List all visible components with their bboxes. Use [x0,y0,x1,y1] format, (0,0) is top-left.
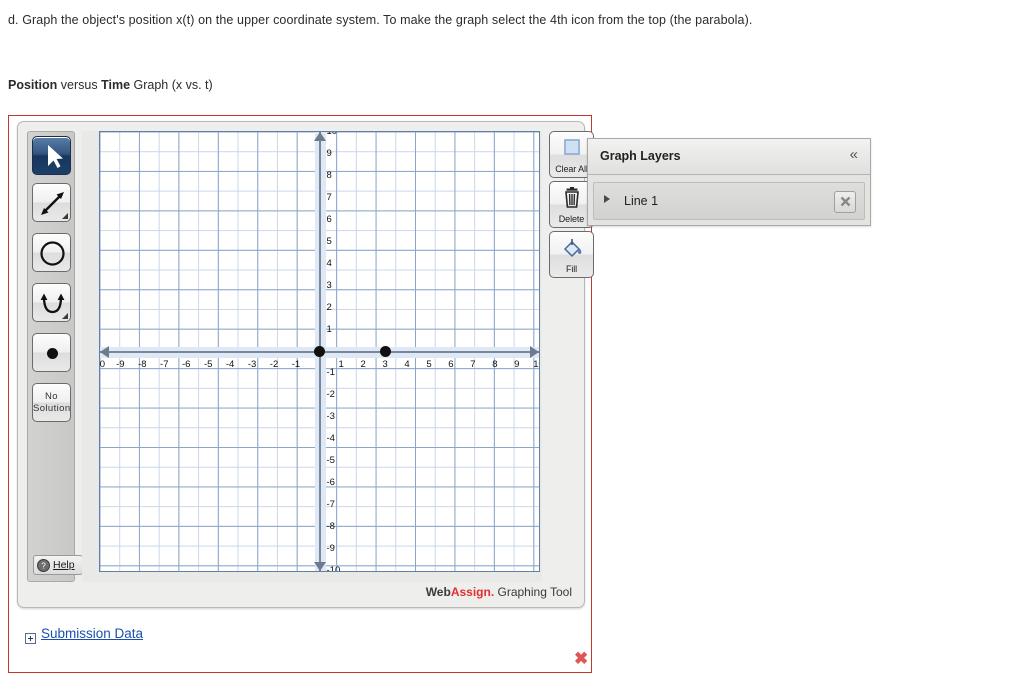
tool-no-solution-label: No Solution [33,391,71,414]
x-tick-label: -4 [225,358,235,370]
tool-expand-corner-icon[interactable] [62,313,68,319]
y-tick-label: 4 [326,257,332,269]
x-tick-label: 2 [360,358,366,370]
help-icon: ? [37,558,50,572]
y-tick-label: -1 [326,367,335,379]
y-tick-label: -2 [326,389,335,401]
close-icon [840,196,850,207]
graph-layers-title: Graph Layers [600,149,681,163]
y-tick-label: -10 [326,565,341,572]
x-tick-label: -3 [247,358,257,370]
tool-expand-corner-icon[interactable] [62,213,68,219]
x-tick-label: -6 [182,358,191,370]
x-tick-label: 3 [382,358,388,370]
x-tick-label: -2 [269,358,279,370]
x-tick-label: 10 [533,358,539,370]
cursor-arrow-icon [48,145,63,168]
y-tick-label: 1 [326,323,332,335]
y-tick-label: -7 [326,499,335,511]
help-button[interactable]: ? Help [33,555,83,575]
x-tick-label: -7 [160,358,169,370]
subtitle-post: Graph (x vs. t) [130,78,213,92]
tool-line[interactable] [32,183,71,222]
subtitle-bold-position: Position [8,78,58,92]
graph-layers-panel: Graph Layers « Line 1 [587,138,871,226]
collapse-panel-icon[interactable]: « [850,146,858,163]
incorrect-mark-icon: ✖ [574,649,589,668]
x-tick-label: 9 [514,358,520,370]
graph-subtitle: Position versus Time Graph (x vs. t) [8,78,213,92]
graph-canvas-area: -10-9-8-7-6-5-4-3-2-11234567891010987654… [82,131,542,582]
help-label: Help [53,559,75,571]
x-axis-right-arrow-icon [530,345,539,358]
y-tick-label: 9 [326,147,332,159]
y-tick-label: 8 [326,169,332,181]
graphing-tool-panel: No Solution ? Help 0 -9 -8 -7 -6 -5 -4 -… [17,121,594,608]
y-tick-label: -6 [326,477,335,489]
submission-data-link[interactable]: Submission Data [41,626,143,641]
brand-graphing-tool: Graphing Tool [497,585,573,599]
x-tick-label: 1 [338,358,344,370]
layer-name: Line 1 [624,194,659,208]
webassign-branding: WebAssign. Graphing Tool [426,585,572,599]
filled-dot-icon [47,348,58,359]
y-axis-up-arrow-icon [313,132,326,141]
tool-no-solution[interactable]: No Solution [32,383,71,422]
remove-layer-button[interactable] [834,191,856,213]
y-tick-label: 3 [326,279,332,291]
x-tick-label: 4 [404,358,410,370]
fill-label: Fill [565,264,578,274]
x-tick-label: 7 [470,358,476,370]
y-tick-label: -3 [326,411,335,423]
circle-icon [40,241,65,266]
paint-bucket-icon [550,237,593,264]
x-tick-label: -5 [203,358,213,370]
x-tick-label: -1 [291,358,301,370]
y-tick-label: 5 [326,235,332,247]
chevron-right-icon[interactable] [604,195,610,203]
y-tick-label: -5 [326,455,335,467]
tool-select-arrow[interactable] [32,136,71,175]
graph-point[interactable] [314,346,325,357]
page-root: d. Graph the object's position x(t) on t… [0,0,1024,687]
brand-assign: Assign. [450,585,495,599]
problem-container: No Solution ? Help 0 -9 -8 -7 -6 -5 -4 -… [8,115,594,673]
y-tick-label: 2 [326,301,332,313]
subtitle-bold-time: Time [101,78,131,92]
x-tick-label: 6 [448,358,454,370]
tool-point[interactable] [32,333,71,372]
x-tick-label: -8 [138,358,147,370]
coordinate-grid[interactable]: -10-9-8-7-6-5-4-3-2-11234567891010987654… [99,131,540,572]
expand-icon[interactable] [25,633,36,644]
tool-palette: No Solution ? Help [27,131,83,582]
y-tick-label: -9 [326,543,335,555]
brand-web: Web [425,585,451,599]
y-axis-down-arrow-icon [313,562,326,571]
question-prompt: d. Graph the object's position x(t) on t… [8,13,753,27]
x-tick-label: -9 [116,358,125,370]
y-tick-label: 7 [326,191,332,203]
x-tick-label: -10 [99,358,106,370]
y-tick-label: 6 [326,213,332,225]
list-item[interactable]: Line 1 [593,182,865,220]
tool-parabola[interactable] [32,283,71,322]
fill-button[interactable]: Fill [549,231,594,278]
subtitle-mid: versus [57,78,102,92]
x-tick-label: 8 [492,358,498,370]
graph-layers-header: Graph Layers « [588,139,870,175]
tool-circle[interactable] [32,233,71,272]
x-tick-label: 5 [426,358,432,370]
y-tick-label: -4 [326,433,335,445]
y-tick-label: 10 [326,131,338,137]
graph-point[interactable] [379,346,391,357]
y-tick-label: -8 [326,521,335,533]
x-axis-left-arrow-icon [100,345,109,358]
svg-text:?: ? [41,560,46,570]
